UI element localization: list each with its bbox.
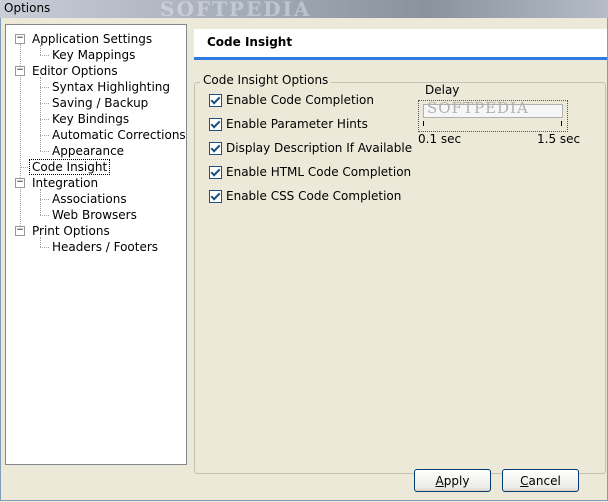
option-label: Display Description If Available (226, 141, 413, 155)
checkbox-checked-icon[interactable] (209, 94, 222, 107)
option-label: Enable Code Completion (226, 93, 374, 107)
delay-max-label: 1.5 sec (537, 132, 581, 146)
option-label: Enable Parameter Hints (226, 117, 368, 131)
tree-item[interactable]: Headers / Footers (50, 239, 160, 255)
tree-item-label: Application Settings (32, 32, 153, 46)
tree-item-label: Appearance (52, 144, 125, 158)
tree-item-label: Editor Options (32, 64, 118, 78)
delay-slider[interactable]: SOFTPEDIA (418, 99, 568, 132)
group-title: Code Insight Options (200, 73, 332, 87)
tree-connector (40, 199, 49, 200)
checkbox-checked-icon[interactable] (209, 166, 222, 179)
tree-item-label: Print Options (32, 224, 110, 238)
tree-item[interactable]: Saving / Backup (50, 95, 150, 111)
apply-mnemonic: A (435, 474, 444, 488)
options-dialog: Application Settings − Key Mappings Editor … (0, 18, 608, 501)
watermark: SOFTPEDIA (427, 99, 529, 117)
option-label: Enable CSS Code Completion (226, 189, 402, 203)
tree-item[interactable]: Automatic Corrections (50, 127, 188, 143)
tree-connector (40, 55, 49, 56)
cancel-button[interactable]: Cancel (502, 469, 579, 492)
tree-item-label: Key Bindings (52, 112, 130, 126)
tree-connector (40, 135, 49, 136)
tree-item-label: Associations (52, 192, 127, 206)
apply-label-rest: pply (443, 474, 470, 488)
tree-item-label: Key Mappings (52, 48, 136, 62)
tree-item-label: Saving / Backup (52, 96, 149, 110)
tree-item[interactable]: Code Insight (28, 159, 111, 175)
tree-item[interactable]: Key Mappings (50, 47, 137, 63)
options-tree[interactable]: Application Settings − Key Mappings Editor … (5, 24, 187, 465)
checkbox-checked-icon[interactable] (209, 142, 222, 155)
apply-button[interactable]: Apply (414, 469, 491, 492)
delay-min-label: 0.1 sec (418, 132, 462, 146)
checkbox-checked-icon[interactable] (209, 190, 222, 203)
tree-collapse-icon[interactable]: − (15, 66, 25, 76)
window-title: Options (4, 1, 51, 15)
tree-item[interactable]: Web Browsers (50, 207, 139, 223)
tree-item[interactable]: Appearance (50, 143, 126, 159)
tree-item-label: Code Insight (28, 159, 111, 175)
tree-connector (40, 247, 49, 248)
tree-item[interactable]: Print Options (30, 223, 112, 239)
tree-connector (40, 77, 41, 151)
tree-connector (40, 87, 49, 88)
tree-connector (40, 151, 49, 152)
tree-item[interactable]: Syntax Highlighting (50, 79, 172, 95)
panel-header: Code Insight (194, 29, 607, 60)
slider-tick (561, 121, 562, 126)
tree-collapse-icon[interactable]: − (15, 178, 25, 188)
cancel-mnemonic: C (520, 474, 529, 488)
tree-item-label: Integration (32, 176, 99, 190)
title-bar[interactable]: Options SOFTPEDIA (0, 0, 608, 21)
delay-label: Delay (425, 83, 460, 97)
tree-connector (40, 45, 41, 55)
slider-ticks (423, 121, 563, 127)
tree-connector (40, 119, 49, 120)
checkbox-checked-icon[interactable] (209, 118, 222, 131)
tree-item[interactable]: Associations (50, 191, 129, 207)
option-label: Enable HTML Code Completion (226, 165, 412, 179)
tree-item-label: Syntax Highlighting (52, 80, 171, 94)
tree-item[interactable]: Editor Options (30, 63, 120, 79)
tree-connector (20, 167, 28, 168)
tree-item-label: Web Browsers (52, 208, 137, 222)
tree-item-label: Headers / Footers (52, 240, 159, 254)
tree-item[interactable]: Application Settings (30, 31, 154, 47)
tree-item-label: Automatic Corrections (52, 128, 186, 142)
tree-connector (40, 237, 41, 247)
tree-connector (40, 103, 49, 104)
panel-title: Code Insight (207, 35, 293, 49)
tree-collapse-icon[interactable]: − (15, 226, 25, 236)
tree-connector (40, 215, 49, 216)
tree-connector (40, 189, 41, 215)
slider-tick (423, 121, 424, 126)
cancel-label-rest: ancel (528, 474, 561, 488)
tree-item[interactable]: Key Bindings (50, 111, 131, 127)
tree-collapse-icon[interactable]: − (15, 34, 25, 44)
